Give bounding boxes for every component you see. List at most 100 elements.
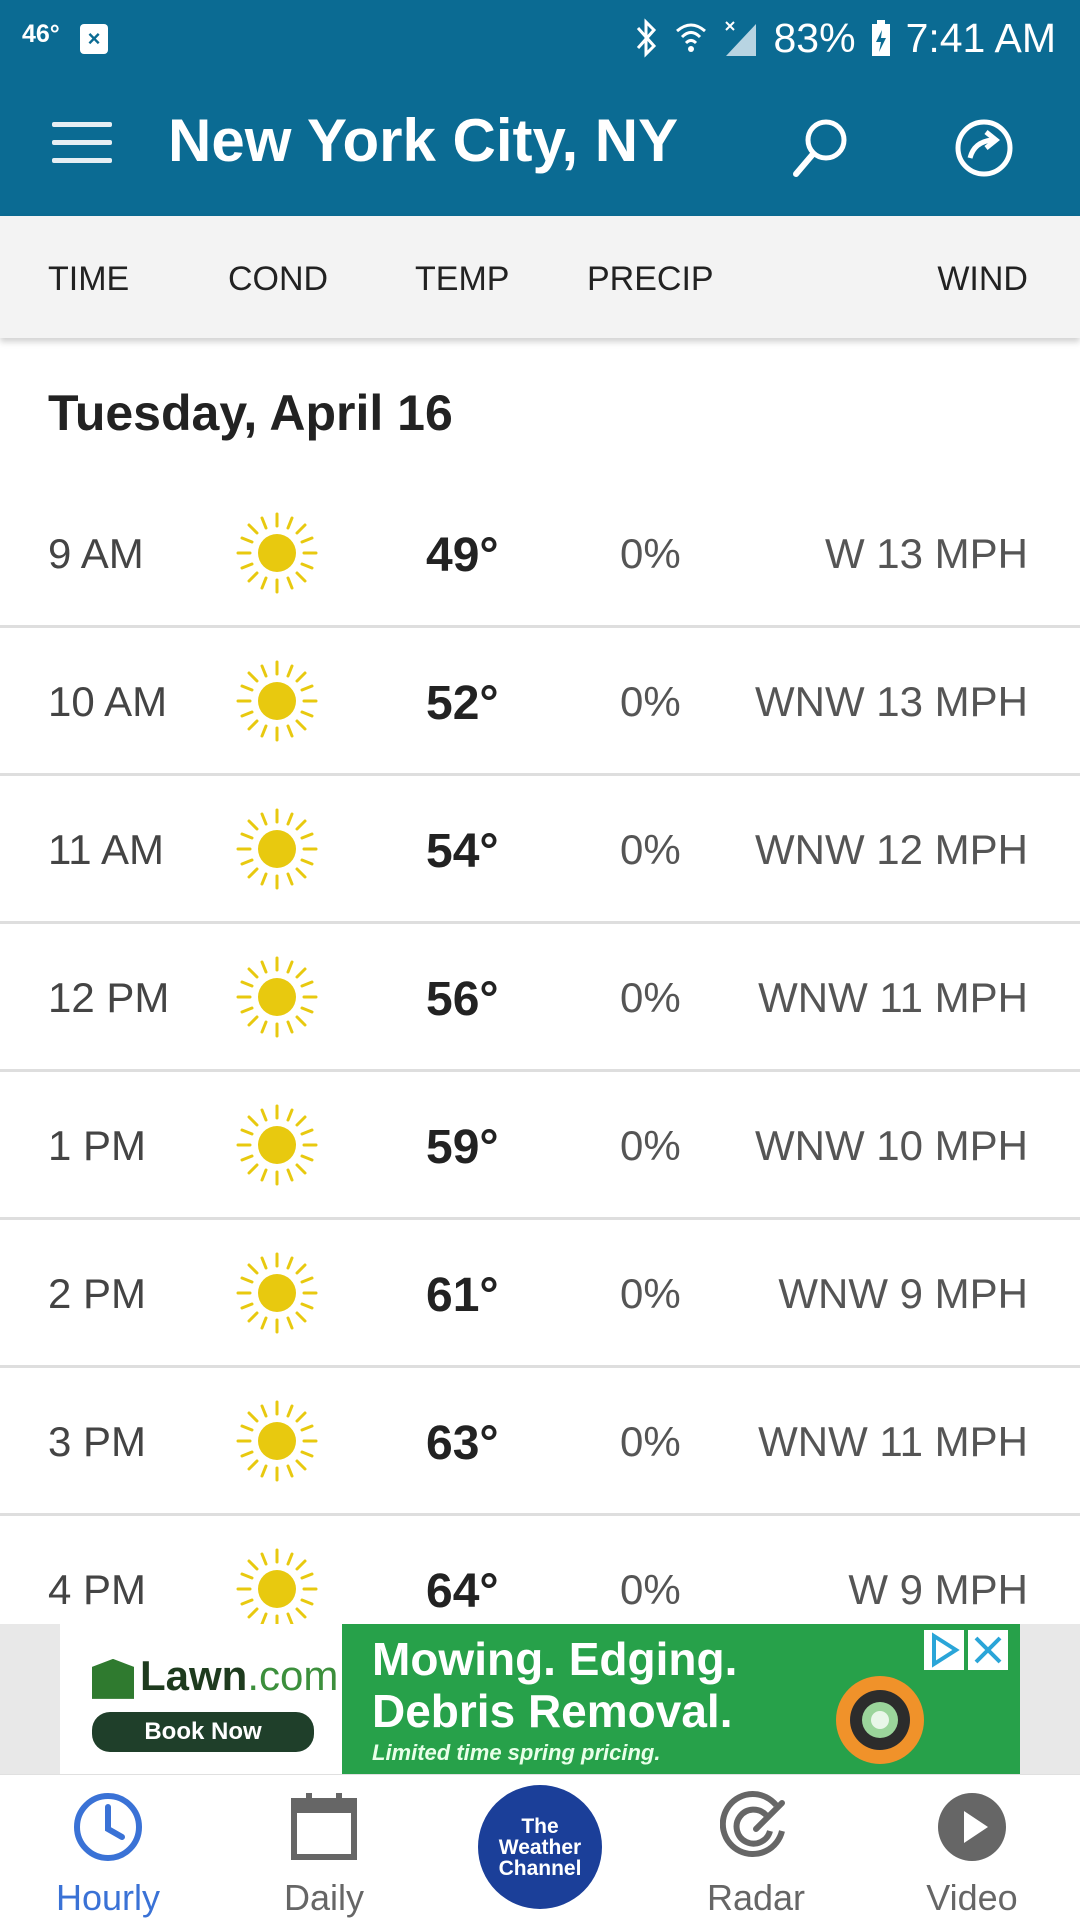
hour-precip: 0% <box>620 1418 681 1465</box>
hourly-row[interactable]: 10 AM 52° 0% WNW 13 MPH <box>0 628 1080 776</box>
hour-temperature: 56° <box>426 973 499 1026</box>
hour-time: 12 PM <box>48 974 170 1021</box>
lawn-logo-icon <box>92 1658 134 1699</box>
hourly-row[interactable]: 3 PM 63° 0% WNW 11 MPH <box>0 1368 1080 1516</box>
hour-time: 1 PM <box>48 1122 147 1169</box>
hour-wind: WNW 11 MPH <box>758 974 1028 1021</box>
hour-wind: W 9 MPH <box>848 1566 1028 1613</box>
ad-headline-2: Debris Removal. <box>372 1685 733 1737</box>
sunny-icon <box>236 1548 318 1630</box>
status-clock: 7:41 AM <box>905 14 1056 61</box>
notification-icon: × <box>80 24 108 54</box>
hour-wind: WNW 11 MPH <box>758 1418 1028 1465</box>
status-bar: 46° × 83% 7:41 AM <box>0 0 1080 76</box>
hour-wind: WNW 13 MPH <box>755 678 1028 725</box>
hour-precip: 0% <box>620 1270 681 1317</box>
ad-brand-name: Lawn <box>140 1652 248 1699</box>
hourly-row[interactable]: 9 AM 49° 0% W 13 MPH <box>0 480 1080 628</box>
column-precip: PRECIP <box>587 260 714 298</box>
weather-channel-logo-button[interactable]: The Weather Channel <box>478 1785 602 1909</box>
sunny-icon <box>236 1252 318 1334</box>
ad-choices-icon[interactable] <box>924 1630 964 1670</box>
hour-precip: 0% <box>620 530 681 577</box>
hour-precip: 0% <box>620 1122 681 1169</box>
lawn-mower-icon <box>836 1676 924 1764</box>
hourly-row[interactable]: 1 PM 59° 0% WNW 10 MPH <box>0 1072 1080 1220</box>
column-time: TIME <box>48 260 130 298</box>
ad-logo: Lawn.com <box>92 1652 338 1700</box>
hour-wind: WNW 10 MPH <box>755 1122 1028 1169</box>
hour-time: 4 PM <box>48 1566 147 1613</box>
hour-wind: W 13 MPH <box>824 530 1028 577</box>
hour-time: 3 PM <box>48 1418 147 1465</box>
location-title[interactable]: New York City, NY <box>168 106 678 175</box>
hamburger-icon-line <box>52 158 112 163</box>
hour-time: 11 AM <box>48 826 164 873</box>
column-cond: COND <box>228 260 329 298</box>
tab-daily-label: Daily <box>283 1877 364 1918</box>
ad-brand-panel[interactable]: Lawn.com Book Now <box>60 1624 342 1774</box>
twc-logo-text: The Weather Channel <box>498 1814 582 1880</box>
hour-temperature: 63° <box>426 1417 499 1470</box>
column-header: TIME COND TEMP PRECIP WIND <box>0 216 1080 338</box>
radar-icon <box>720 1791 785 1858</box>
share-location-icon[interactable] <box>948 112 1020 184</box>
hour-temperature: 54° <box>426 825 499 878</box>
hourly-list: 9 AM 49° 0% W 13 MPH 10 AM 52° 0% WNW 13… <box>0 480 1080 1664</box>
sunny-icon <box>236 660 318 742</box>
tab-hourly-label: Hourly <box>55 1877 161 1918</box>
tab-radar-label: Radar <box>706 1877 806 1918</box>
hourly-row[interactable]: 12 PM 56° 0% WNW 11 MPH <box>0 924 1080 1072</box>
hour-temperature: 61° <box>426 1269 499 1322</box>
ad-brand-suffix: .com <box>247 1652 339 1699</box>
tab-daily[interactable]: Daily <box>224 1785 424 1918</box>
ad-banner[interactable]: Lawn.com Book Now Mowing. Edging. Debris… <box>0 1624 1080 1774</box>
hour-temperature: 64° <box>426 1565 499 1618</box>
hour-wind: WNW 12 MPH <box>755 826 1028 873</box>
column-wind: WIND <box>937 260 1028 298</box>
clock-icon <box>74 1793 142 1861</box>
ad-close-icon[interactable] <box>968 1630 1008 1670</box>
app-bar: New York City, NY <box>0 76 1080 216</box>
hour-time: 2 PM <box>48 1270 147 1317</box>
hour-wind: WNW 9 MPH <box>778 1270 1028 1317</box>
ad-headline-1: Mowing. Edging. <box>372 1633 738 1685</box>
hour-temperature: 59° <box>426 1121 499 1174</box>
tab-hourly[interactable]: Hourly <box>8 1785 208 1918</box>
bottom-nav: Hourly Daily The Weather Channel Radar V… <box>0 1774 1080 1921</box>
hourly-row[interactable]: 11 AM 54° 0% WNW 12 MPH <box>0 776 1080 924</box>
hamburger-icon-line <box>52 122 112 127</box>
hour-precip: 0% <box>620 974 681 1021</box>
play-icon <box>938 1793 1006 1861</box>
date-heading: Tuesday, April 16 <box>48 385 453 441</box>
tab-radar[interactable]: Radar <box>656 1785 856 1918</box>
tab-video-label: Video <box>926 1877 1018 1918</box>
status-right: 83% 7:41 AM <box>634 12 1056 64</box>
hour-temperature: 49° <box>426 529 499 582</box>
cell-signal-icon <box>724 21 756 56</box>
ad-creative[interactable]: Mowing. Edging. Debris Removal. Limited … <box>342 1624 1020 1774</box>
hour-precip: 0% <box>620 826 681 873</box>
ad-book-now-button[interactable]: Book Now <box>92 1712 314 1752</box>
calendar-icon <box>291 1793 357 1860</box>
sunny-icon <box>236 808 318 890</box>
ad-subline: Limited time spring pricing. <box>372 1740 661 1765</box>
menu-button[interactable] <box>52 122 112 168</box>
sunny-icon <box>236 512 318 594</box>
bluetooth-icon <box>636 18 656 58</box>
sunny-icon <box>236 1104 318 1186</box>
hour-precip: 0% <box>620 1566 681 1613</box>
status-temperature: 46° <box>22 20 60 48</box>
hour-precip: 0% <box>620 678 681 725</box>
sunny-icon <box>236 956 318 1038</box>
tab-video[interactable]: Video <box>872 1785 1072 1918</box>
hourly-row[interactable]: 2 PM 61° 0% WNW 9 MPH <box>0 1220 1080 1368</box>
search-icon[interactable] <box>786 114 856 184</box>
battery-charging-icon <box>871 20 890 56</box>
hour-temperature: 52° <box>426 677 499 730</box>
hamburger-icon-line <box>52 140 112 145</box>
column-temp: TEMP <box>415 260 510 298</box>
hour-time: 10 AM <box>48 678 168 725</box>
battery-percent: 83% <box>773 14 856 61</box>
wifi-icon <box>675 23 706 52</box>
